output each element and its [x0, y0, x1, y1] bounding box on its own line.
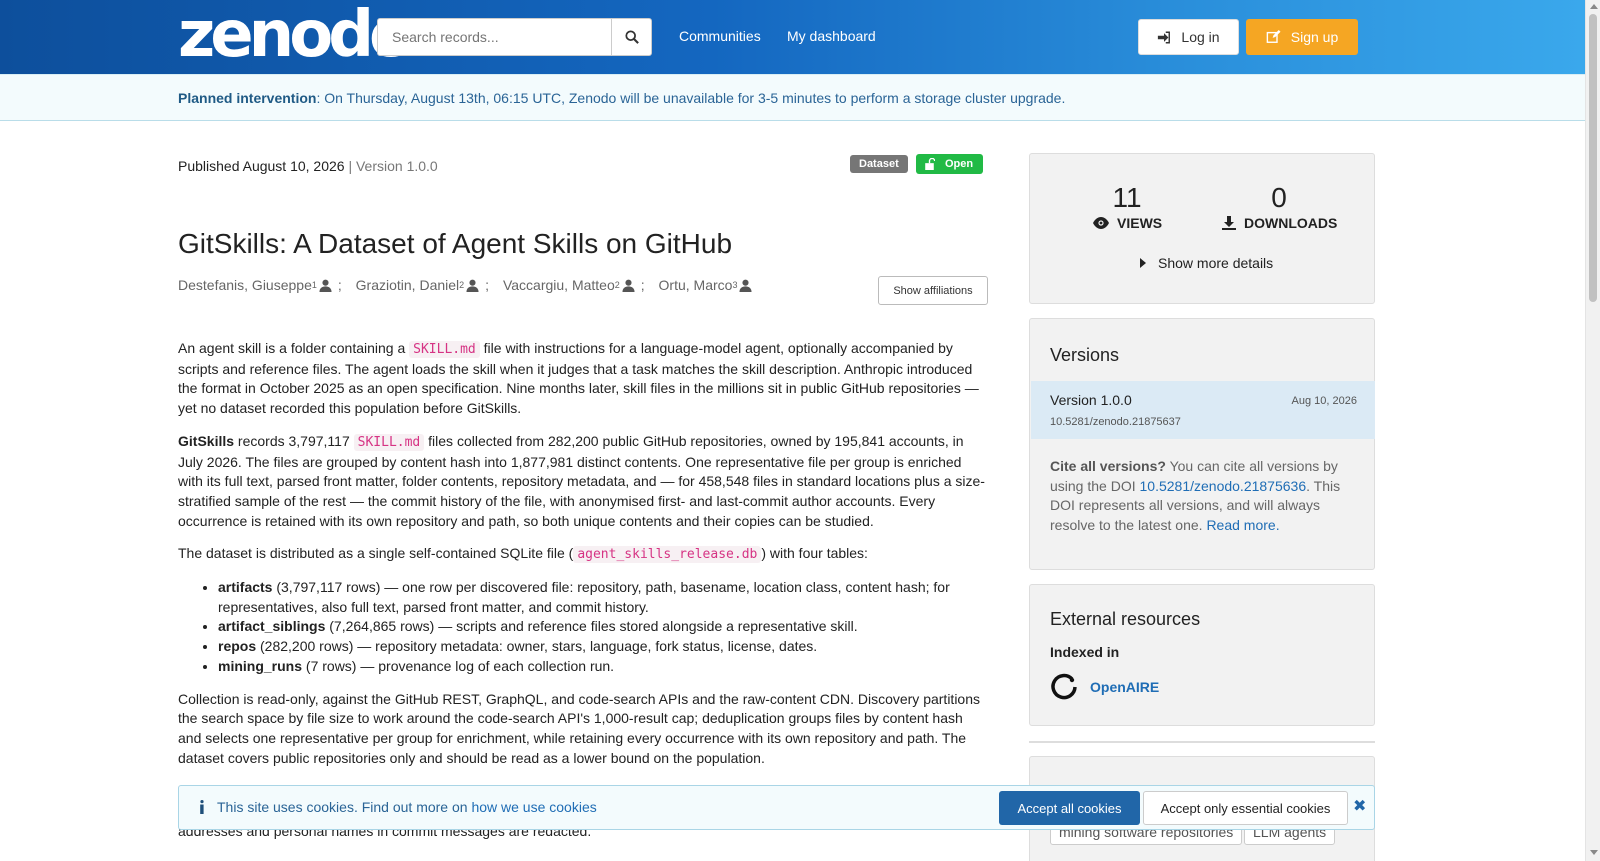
code-db-file: agent_skills_release.db: [573, 546, 762, 564]
eye-icon: [1093, 217, 1109, 229]
nav-communities[interactable]: Communities: [679, 28, 761, 44]
description-paragraph: GitSkills records 3,797,117 SKILL.md fil…: [178, 432, 985, 529]
author[interactable]: Vaccargiu, Matteo 2;: [503, 277, 655, 293]
page-scrollbar[interactable]: [1585, 0, 1600, 861]
read-more-link[interactable]: Read more.: [1206, 517, 1279, 533]
description-paragraph: The dataset is distributed as a single s…: [178, 545, 868, 564]
cookie-text: This site uses cookies. Find out more on: [217, 799, 472, 815]
user-icon: [319, 279, 332, 292]
downloads-label-text: DOWNLOADS: [1244, 215, 1338, 231]
affiliation-number: 3: [732, 280, 738, 290]
user-icon: [739, 279, 753, 292]
cite-heading: Cite all versions?: [1050, 458, 1166, 474]
affiliation-number: 1: [311, 280, 317, 290]
external-title: External resources: [1050, 609, 1201, 629]
author-name: Ortu, Marco: [658, 277, 733, 293]
openaire-link[interactable]: OpenAIRE: [1050, 673, 1159, 701]
search-input[interactable]: [377, 18, 612, 56]
affiliation-number: 2: [459, 280, 465, 290]
published-text: Published August 10, 2026: [178, 158, 345, 174]
banner-text: : On Thursday, August 13th, 06:15 UTC, Z…: [316, 90, 1066, 106]
edit-icon: [1266, 30, 1281, 43]
accept-all-cookies-button[interactable]: Accept all cookies: [999, 791, 1140, 825]
nav-my-dashboard[interactable]: My dashboard: [787, 28, 876, 44]
version-doi: 10.5281/zenodo.21875637: [1050, 416, 1181, 428]
scrollbar-thumb[interactable]: [1589, 14, 1597, 302]
banner-label: Planned intervention: [178, 90, 317, 106]
list-item: artifacts (3,797,117 rows) — one row per…: [218, 578, 990, 617]
views-label-text: VIEWS: [1117, 215, 1163, 231]
access-label: Open: [945, 158, 974, 170]
show-more-details[interactable]: Show more details: [1140, 255, 1273, 271]
cookie-message: This site uses cookies. Find out more on…: [199, 799, 597, 815]
author[interactable]: Destefanis, Giuseppe 1;: [178, 277, 352, 293]
author-name: Vaccargiu, Matteo: [502, 277, 615, 293]
access-badge: Open: [916, 154, 984, 174]
scroll-up-arrow-icon[interactable]: [1590, 4, 1598, 9]
author[interactable]: Graziotin, Daniel 2;: [356, 277, 499, 293]
external-resources-card: External resources Indexed in OpenAIRE: [1029, 584, 1375, 726]
cite-all-versions: Cite all versions? You can cite all vers…: [1050, 458, 1341, 534]
publication-date: Published August 10, 2026 | Version 1.0.…: [178, 158, 438, 174]
intervention-banner: Planned intervention: On Thursday, Augus…: [0, 74, 1585, 121]
version-date: Aug 10, 2026: [1291, 395, 1357, 407]
signup-button[interactable]: Sign up: [1246, 19, 1358, 55]
author[interactable]: Ortu, Marco 3: [659, 277, 753, 293]
indexed-in-label: Indexed in: [1050, 644, 1120, 660]
close-icon[interactable]: ✖: [1353, 796, 1366, 816]
record-description: An agent skill is a folder containing a …: [178, 339, 990, 781]
unlock-icon: [925, 158, 935, 170]
author-name: Destefanis, Giuseppe: [178, 277, 312, 293]
user-icon: [466, 279, 479, 292]
login-label: Log in: [1181, 29, 1220, 45]
affiliation-number: 2: [614, 280, 620, 290]
description-paragraph: Collection is read-only, against the Git…: [178, 690, 981, 766]
stats-card: 11 VIEWS 0 DOWNLOADS Show more details: [1029, 153, 1375, 304]
downloads-count: 0: [1271, 182, 1287, 213]
search-button[interactable]: [611, 18, 652, 56]
tables-list: artifacts (3,797,117 rows) — one row per…: [218, 578, 990, 677]
sign-in-icon: [1158, 31, 1171, 43]
version-text: | Version 1.0.0: [348, 158, 438, 174]
top-header: zenodo Communities My dashboard Log in S…: [0, 0, 1585, 74]
more-details-label: Show more details: [1158, 255, 1274, 271]
views-count: 11: [1112, 182, 1142, 213]
list-item: repos (282,200 rows) — repository metada…: [218, 637, 990, 657]
divider: [1029, 741, 1375, 743]
resource-type-badge: Dataset: [850, 155, 908, 173]
concept-doi-link[interactable]: 10.5281/zenodo.21875636: [1140, 478, 1307, 494]
caret-right-icon: [1140, 258, 1146, 268]
download-icon: [1222, 216, 1236, 230]
record-title: GitSkills: A Dataset of Agent Skills on …: [178, 228, 733, 259]
cookie-banner: This site uses cookies. Find out more on…: [178, 785, 1375, 830]
version-name: Version 1.0.0: [1050, 392, 1132, 408]
accept-essential-cookies-button[interactable]: Accept only essential cookies: [1143, 791, 1348, 825]
signup-label: Sign up: [1290, 29, 1339, 45]
info-icon: [200, 800, 204, 814]
show-affiliations-button[interactable]: Show affiliations: [878, 276, 988, 305]
login-button[interactable]: Log in: [1138, 19, 1239, 55]
author-name: Graziotin, Daniel: [355, 277, 460, 293]
versions-title: Versions: [1050, 345, 1120, 365]
zenodo-logo[interactable]: zenodo: [178, 3, 413, 67]
openaire-icon: [1051, 673, 1077, 700]
downloads-label: DOWNLOADS: [1222, 215, 1337, 231]
code-skill-md: SKILL.md: [353, 433, 425, 451]
openaire-label: OpenAIRE: [1090, 679, 1160, 695]
user-icon: [622, 279, 635, 292]
list-item: artifact_siblings (7,264,865 rows) — scr…: [218, 617, 990, 637]
versions-card: Versions Version 1.0.0 Aug 10, 2026 10.5…: [1029, 318, 1375, 570]
scroll-down-arrow-icon[interactable]: [1590, 850, 1598, 855]
version-item[interactable]: Version 1.0.0 Aug 10, 2026 10.5281/zenod…: [1031, 381, 1375, 439]
list-item: mining_runs (7 rows) — provenance log of…: [218, 657, 990, 677]
cookie-policy-link[interactable]: how we use cookies: [471, 799, 596, 815]
views-label: VIEWS: [1093, 215, 1162, 231]
search-icon: [624, 30, 639, 44]
description-paragraph: An agent skill is a folder containing a …: [178, 340, 979, 417]
authors-list: Destefanis, Giuseppe 1; Graziotin, Daniel…: [178, 277, 753, 293]
code-skill-md: SKILL.md: [409, 341, 480, 358]
